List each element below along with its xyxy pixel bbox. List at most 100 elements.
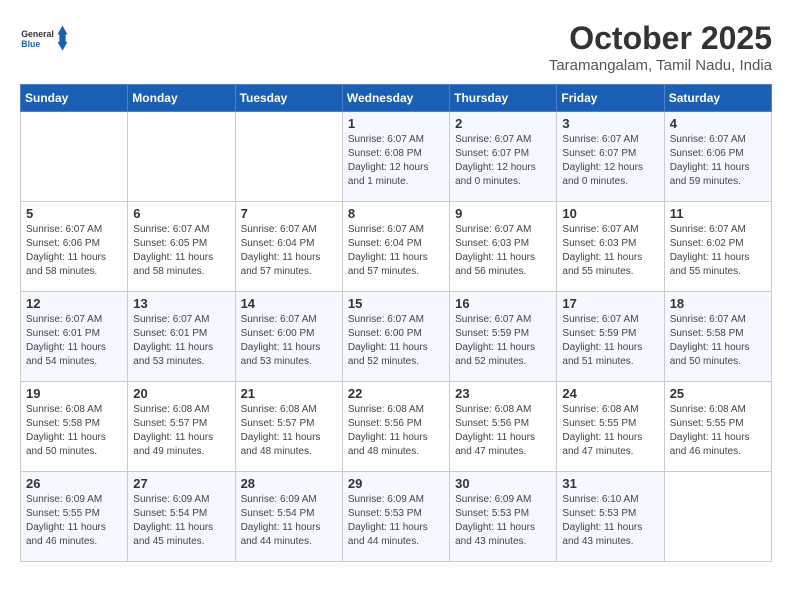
weekday-header: Thursday <box>450 85 557 112</box>
calendar-cell: 1Sunrise: 6:07 AM Sunset: 6:08 PM Daylig… <box>342 112 449 202</box>
calendar-cell: 17 Sunrise: 6:07 AM Sunset: 5:59 PM Dayli… <box>557 292 664 382</box>
svg-text:Blue: Blue <box>21 39 40 49</box>
calendar-cell <box>128 112 235 202</box>
svg-text:General: General <box>21 29 54 39</box>
day-number: 8 <box>348 206 444 221</box>
day-info: Sunrise: 6:07 AM Sunset: 6:05 PM Dayligh… <box>133 223 229 279</box>
calendar-cell: 14 Sunrise: 6:07 AM Sunset: 6:00 PM Dayli… <box>235 292 342 382</box>
day-info: Sunrise: 6:09 AM Sunset: 5:54 PM Dayligh… <box>241 493 337 549</box>
day-number: 3 <box>562 116 658 131</box>
calendar-cell: 13Sunrise: 6:07 AM Sunset: 6:01 PM Dayli… <box>128 292 235 382</box>
day-info: Sunrise: 6:07 AM Sunset: 6:08 PM Dayligh… <box>348 133 444 189</box>
calendar-cell: 5 Sunrise: 6:07 AM Sunset: 6:06 PM Daylig… <box>21 202 128 292</box>
day-info: Sunrise: 6:07 AM Sunset: 6:06 PM Dayligh… <box>26 223 122 279</box>
calendar-cell: 7 Sunrise: 6:07 AM Sunset: 6:04 PM Daylig… <box>235 202 342 292</box>
day-info: Sunrise: 6:07 AM Sunset: 6:04 PM Dayligh… <box>241 223 337 279</box>
day-number: 5 <box>26 206 122 221</box>
calendar-cell: 11Sunrise: 6:07 AM Sunset: 6:02 PM Dayli… <box>664 202 771 292</box>
calendar-cell: 27 Sunrise: 6:09 AM Sunset: 5:54 PM Dayli… <box>128 472 235 562</box>
day-number: 20 <box>133 386 229 401</box>
calendar-cell: 15 Sunrise: 6:07 AM Sunset: 6:00 PM Dayli… <box>342 292 449 382</box>
day-number: 31 <box>562 476 658 491</box>
day-info: Sunrise: 6:09 AM Sunset: 5:55 PM Dayligh… <box>26 493 122 549</box>
calendar-cell: 24 Sunrise: 6:08 AM Sunset: 5:55 PM Dayli… <box>557 382 664 472</box>
calendar-cell: 10 Sunrise: 6:07 AM Sunset: 6:03 PM Dayli… <box>557 202 664 292</box>
day-info: Sunrise: 6:08 AM Sunset: 5:56 PM Dayligh… <box>455 403 551 459</box>
weekday-header: Wednesday <box>342 85 449 112</box>
day-number: 19 <box>26 386 122 401</box>
day-number: 12 <box>26 296 122 311</box>
calendar-cell: 30 Sunrise: 6:09 AM Sunset: 5:53 PM Dayli… <box>450 472 557 562</box>
day-info: Sunrise: 6:09 AM Sunset: 5:53 PM Dayligh… <box>348 493 444 549</box>
calendar-cell: 16 Sunrise: 6:07 AM Sunset: 5:59 PM Dayli… <box>450 292 557 382</box>
day-number: 13 <box>133 296 229 311</box>
day-info: Sunrise: 6:08 AM Sunset: 5:55 PM Dayligh… <box>670 403 766 459</box>
location: Taramangalam, Tamil Nadu, India <box>549 57 772 74</box>
day-info: Sunrise: 6:07 AM Sunset: 5:59 PM Dayligh… <box>562 313 658 369</box>
calendar-cell: 29 Sunrise: 6:09 AM Sunset: 5:53 PM Dayli… <box>342 472 449 562</box>
day-number: 18 <box>670 296 766 311</box>
calendar-cell: 22 Sunrise: 6:08 AM Sunset: 5:56 PM Dayli… <box>342 382 449 472</box>
day-number: 4 <box>670 116 766 131</box>
calendar-cell: 25Sunrise: 6:08 AM Sunset: 5:55 PM Dayli… <box>664 382 771 472</box>
day-info: Sunrise: 6:08 AM Sunset: 5:57 PM Dayligh… <box>133 403 229 459</box>
day-number: 2 <box>455 116 551 131</box>
calendar-cell <box>664 472 771 562</box>
calendar-week-row: 19Sunrise: 6:08 AM Sunset: 5:58 PM Dayli… <box>21 382 772 472</box>
weekday-header: Tuesday <box>235 85 342 112</box>
logo: General Blue <box>20 20 70 60</box>
calendar-cell <box>235 112 342 202</box>
day-info: Sunrise: 6:07 AM Sunset: 6:03 PM Dayligh… <box>562 223 658 279</box>
calendar-cell: 28 Sunrise: 6:09 AM Sunset: 5:54 PM Dayli… <box>235 472 342 562</box>
day-number: 24 <box>562 386 658 401</box>
weekday-header: Monday <box>128 85 235 112</box>
day-info: Sunrise: 6:09 AM Sunset: 5:54 PM Dayligh… <box>133 493 229 549</box>
day-number: 30 <box>455 476 551 491</box>
day-info: Sunrise: 6:07 AM Sunset: 6:04 PM Dayligh… <box>348 223 444 279</box>
calendar-cell: 31Sunrise: 6:10 AM Sunset: 5:53 PM Dayli… <box>557 472 664 562</box>
calendar-cell: 2 Sunrise: 6:07 AM Sunset: 6:07 PM Daylig… <box>450 112 557 202</box>
weekday-header: Sunday <box>21 85 128 112</box>
day-number: 29 <box>348 476 444 491</box>
day-number: 16 <box>455 296 551 311</box>
day-info: Sunrise: 6:07 AM Sunset: 6:07 PM Dayligh… <box>562 133 658 189</box>
page-header: General Blue October 2025 Taramangalam, … <box>20 20 772 74</box>
calendar-cell: 18Sunrise: 6:07 AM Sunset: 5:58 PM Dayli… <box>664 292 771 382</box>
day-info: Sunrise: 6:07 AM Sunset: 6:07 PM Dayligh… <box>455 133 551 189</box>
weekday-header: Friday <box>557 85 664 112</box>
day-number: 26 <box>26 476 122 491</box>
day-info: Sunrise: 6:09 AM Sunset: 5:53 PM Dayligh… <box>455 493 551 549</box>
calendar-cell: 23 Sunrise: 6:08 AM Sunset: 5:56 PM Dayli… <box>450 382 557 472</box>
day-info: Sunrise: 6:07 AM Sunset: 5:59 PM Dayligh… <box>455 313 551 369</box>
calendar-cell: 3 Sunrise: 6:07 AM Sunset: 6:07 PM Daylig… <box>557 112 664 202</box>
header-row: SundayMondayTuesdayWednesdayThursdayFrid… <box>21 85 772 112</box>
day-number: 22 <box>348 386 444 401</box>
day-number: 7 <box>241 206 337 221</box>
day-info: Sunrise: 6:07 AM Sunset: 6:00 PM Dayligh… <box>241 313 337 369</box>
day-number: 17 <box>562 296 658 311</box>
day-number: 21 <box>241 386 337 401</box>
day-number: 23 <box>455 386 551 401</box>
day-number: 14 <box>241 296 337 311</box>
calendar-cell: 20 Sunrise: 6:08 AM Sunset: 5:57 PM Dayli… <box>128 382 235 472</box>
day-number: 10 <box>562 206 658 221</box>
calendar-cell: 4Sunrise: 6:07 AM Sunset: 6:06 PM Daylig… <box>664 112 771 202</box>
calendar-cell: 9Sunrise: 6:07 AM Sunset: 6:03 PM Daylig… <box>450 202 557 292</box>
calendar-cell: 12 Sunrise: 6:07 AM Sunset: 6:01 PM Dayli… <box>21 292 128 382</box>
calendar-table: SundayMondayTuesdayWednesdayThursdayFrid… <box>20 84 772 562</box>
day-info: Sunrise: 6:08 AM Sunset: 5:57 PM Dayligh… <box>241 403 337 459</box>
day-number: 15 <box>348 296 444 311</box>
calendar-cell: 21 Sunrise: 6:08 AM Sunset: 5:57 PM Dayli… <box>235 382 342 472</box>
day-info: Sunrise: 6:08 AM Sunset: 5:55 PM Dayligh… <box>562 403 658 459</box>
day-number: 27 <box>133 476 229 491</box>
calendar-week-row: 5 Sunrise: 6:07 AM Sunset: 6:06 PM Daylig… <box>21 202 772 292</box>
day-number: 6 <box>133 206 229 221</box>
day-info: Sunrise: 6:07 AM Sunset: 6:01 PM Dayligh… <box>26 313 122 369</box>
logo-svg: General Blue <box>20 20 70 60</box>
day-info: Sunrise: 6:08 AM Sunset: 5:56 PM Dayligh… <box>348 403 444 459</box>
title-area: October 2025 Taramangalam, Tamil Nadu, I… <box>549 20 772 74</box>
day-info: Sunrise: 6:07 AM Sunset: 6:00 PM Dayligh… <box>348 313 444 369</box>
calendar-cell: 26 Sunrise: 6:09 AM Sunset: 5:55 PM Dayli… <box>21 472 128 562</box>
day-number: 28 <box>241 476 337 491</box>
calendar-cell <box>21 112 128 202</box>
